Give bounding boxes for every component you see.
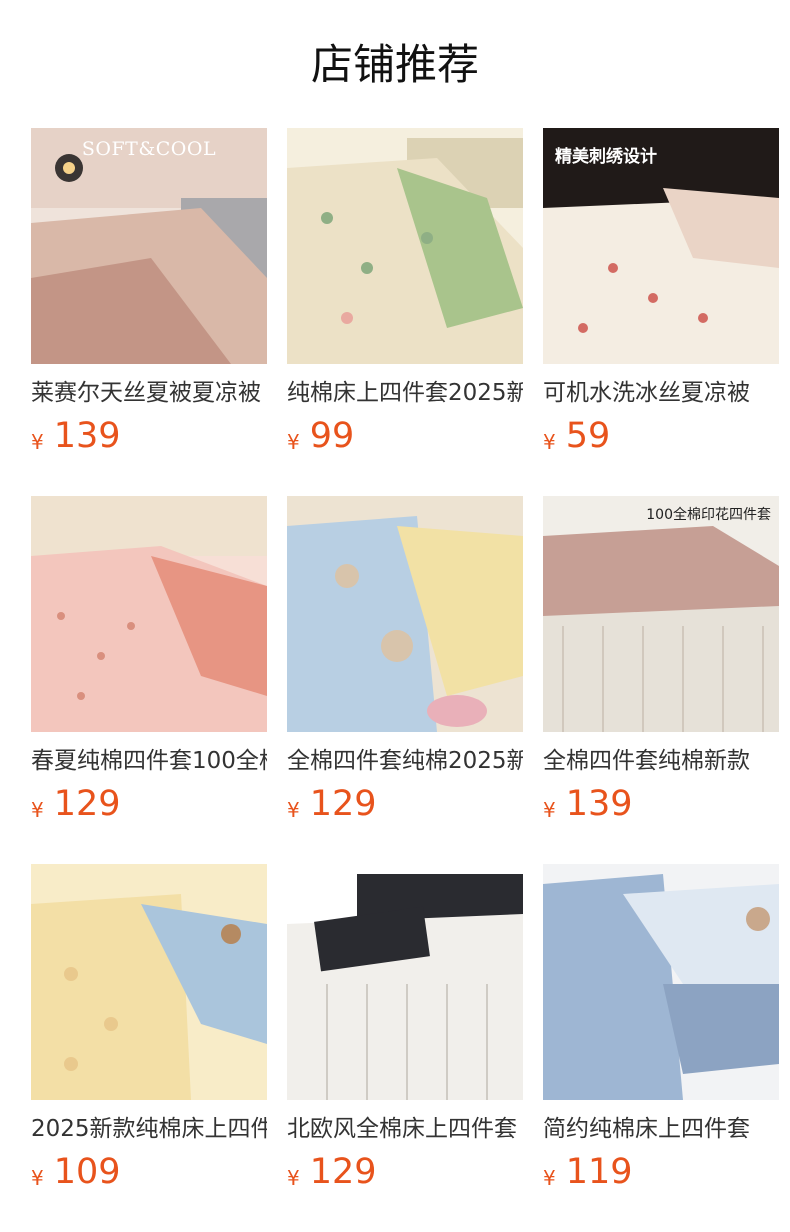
product-price: ¥ 99: [287, 414, 354, 458]
currency-symbol: ¥: [543, 1166, 556, 1190]
image-overlay-text: 100全棉印花四件套: [646, 507, 771, 523]
product-image[interactable]: [287, 128, 523, 364]
section-title: 店铺推荐: [310, 40, 479, 89]
currency-symbol: ¥: [543, 798, 556, 822]
product-price: ¥ 109: [31, 1150, 121, 1194]
price-amount: 139: [565, 784, 633, 824]
product-name[interactable]: 2025新款纯棉床上四件套: [31, 1112, 267, 1146]
product-card[interactable]: 全棉四件套纯棉2025新款 ¥ 129: [287, 496, 523, 864]
price-amount: 109: [53, 1152, 121, 1192]
product-card[interactable]: 简约纯棉床上四件套 ¥ 119: [543, 864, 779, 1232]
product-name[interactable]: 全棉四件套纯棉新款: [543, 744, 779, 778]
product-grid: SOFT&COOL 莱赛尔天丝夏被夏凉被 ¥ 139 纯棉床上四件套2025新 …: [31, 128, 779, 1232]
product-name[interactable]: 可机水洗冰丝夏凉被: [543, 376, 779, 410]
product-price: ¥ 139: [31, 414, 121, 458]
product-card[interactable]: 春夏纯棉四件套100全棉 ¥ 129: [31, 496, 267, 864]
product-name[interactable]: 简约纯棉床上四件套: [543, 1112, 779, 1146]
product-price: ¥ 119: [543, 1150, 633, 1194]
product-name[interactable]: 纯棉床上四件套2025新款: [287, 376, 523, 410]
product-price: ¥ 129: [31, 782, 121, 826]
currency-symbol: ¥: [31, 1166, 44, 1190]
product-image[interactable]: 精美刺绣设计: [543, 128, 779, 364]
price-amount: 129: [309, 1152, 377, 1192]
image-overlay-text: SOFT&COOL: [81, 138, 217, 160]
product-card[interactable]: 精美刺绣设计 可机水洗冰丝夏凉被 ¥ 59: [543, 128, 779, 496]
recommended-products-page: 店铺推荐 SOFT&COOL 莱赛尔天丝夏被夏凉被 ¥ 139 纯棉床上四件套2…: [0, 0, 790, 1232]
currency-symbol: ¥: [287, 798, 300, 822]
price-amount: 59: [565, 416, 611, 456]
price-amount: 139: [53, 416, 121, 456]
product-image[interactable]: [543, 864, 779, 1100]
product-price: ¥ 129: [287, 782, 377, 826]
price-amount: 119: [565, 1152, 633, 1192]
product-card[interactable]: 北欧风全棉床上四件套 ¥ 129: [287, 864, 523, 1232]
product-image[interactable]: SOFT&COOL: [31, 128, 267, 364]
product-image[interactable]: [31, 496, 267, 732]
currency-symbol: ¥: [287, 1166, 300, 1190]
currency-symbol: ¥: [31, 430, 44, 454]
currency-symbol: ¥: [543, 430, 556, 454]
image-overlay-text: 精美刺绣设计: [555, 147, 657, 167]
product-name[interactable]: 春夏纯棉四件套100全棉: [31, 744, 267, 778]
price-amount: 99: [309, 416, 355, 456]
product-name[interactable]: 北欧风全棉床上四件套: [287, 1112, 523, 1146]
product-card[interactable]: 纯棉床上四件套2025新款 ¥ 99: [287, 128, 523, 496]
currency-symbol: ¥: [287, 430, 300, 454]
product-price: ¥ 129: [287, 1150, 377, 1194]
product-card[interactable]: 100全棉印花四件套 全棉四件套纯棉新款 ¥ 139: [543, 496, 779, 864]
product-image[interactable]: [287, 864, 523, 1100]
price-amount: 129: [53, 784, 121, 824]
price-amount: 129: [309, 784, 377, 824]
product-card[interactable]: SOFT&COOL 莱赛尔天丝夏被夏凉被 ¥ 139: [31, 128, 267, 496]
product-name[interactable]: 莱赛尔天丝夏被夏凉被: [31, 376, 267, 410]
currency-symbol: ¥: [31, 798, 44, 822]
product-image[interactable]: [287, 496, 523, 732]
product-name[interactable]: 全棉四件套纯棉2025新款: [287, 744, 523, 778]
product-price: ¥ 59: [543, 414, 610, 458]
product-price: ¥ 139: [543, 782, 633, 826]
product-image[interactable]: 100全棉印花四件套: [543, 496, 779, 732]
product-card[interactable]: 2025新款纯棉床上四件套 ¥ 109: [31, 864, 267, 1232]
product-image[interactable]: [31, 864, 267, 1100]
